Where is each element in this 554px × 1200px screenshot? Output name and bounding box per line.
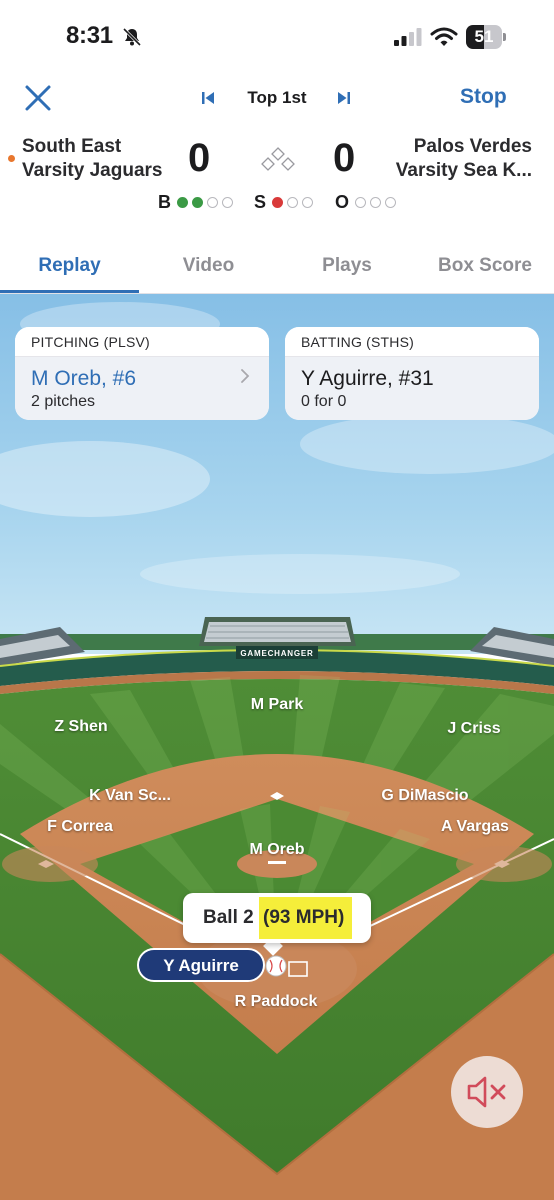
batting-indicator-dot [8,155,15,162]
inning-navigator: Top 1st [200,84,360,112]
status-time: 8:31 [66,22,113,49]
strike-dot [272,197,283,208]
ball-dot [207,197,218,208]
away-team-name: Palos Verdes Varsity Sea K... [395,136,532,181]
batter-pill: Y Aguirre [137,948,265,982]
fielder-shortstop: K Van Sc... [89,787,171,804]
ball-dot [222,197,233,208]
batting-card-header: BATTING (STHS) [285,327,539,357]
tab-box-score[interactable]: Box Score [416,255,554,277]
fielder-first-base: A Vargas [441,818,509,835]
scoreboard: South East Varsity Jaguars 0 0 Palos Ver… [0,128,554,218]
wifi-icon [430,27,458,46]
pitch-count: 2 pitches [31,393,96,410]
battery-icon: 51 [466,25,506,49]
pitch-result: Ball 2 [203,907,254,928]
fielder-pitcher: M Oreb [249,841,305,858]
batter-stats: 0 for 0 [301,393,347,410]
tab-bar: Replay Video Plays Box Score [0,240,554,294]
signal-icon [394,28,422,46]
speaker-muted-icon [467,1076,506,1108]
stop-button[interactable]: Stop [460,85,507,109]
battery-level: 51 [474,27,494,46]
tab-video[interactable]: Video [139,255,278,277]
pitch-result-bubble: Ball 2 (93 MPH) [183,893,371,943]
ball-dot [192,197,203,208]
mute-button[interactable] [451,1056,523,1128]
pitcher-name-link[interactable]: M Oreb, #6 [31,367,136,391]
skip-forward-icon[interactable] [336,90,352,106]
fielder-left-field: Z Shen [54,718,108,735]
fielder-second-base: G DiMascio [381,787,469,804]
bell-off-icon [122,27,142,47]
fielder-catcher: R Paddock [234,993,318,1010]
pitch-speed: (93 MPH) [259,897,353,939]
close-button[interactable] [22,82,54,114]
home-score: 0 [188,136,211,180]
count-indicator: B S O [158,192,408,214]
replay-field-view: GAMECHANGER PITCHING (PLSV) M Oreb, #6 2… [0,294,554,1200]
strike-dot [302,197,313,208]
batter-name: Y Aguirre, #31 [301,367,434,390]
gamechanger-wall-sign: GAMECHANGER [240,649,313,658]
skip-back-icon[interactable] [200,90,216,106]
batting-card-body: Y Aguirre, #31 0 for 0 [285,357,539,420]
pitching-card[interactable]: PITCHING (PLSV) M Oreb, #6 2 pitches [15,327,269,420]
strike-dot [287,197,298,208]
out-dot [385,197,396,208]
fielder-third-base: F Correa [47,818,113,835]
pitching-card-body: M Oreb, #6 2 pitches [15,357,269,420]
status-bar: 8:31 51 [0,0,554,72]
pitching-card-header: PITCHING (PLSV) [15,327,269,357]
tab-plays[interactable]: Plays [278,255,416,277]
fielder-center-field: M Park [250,696,304,713]
out-dot [355,197,366,208]
batting-card: BATTING (STHS) Y Aguirre, #31 0 for 0 [285,327,539,420]
bases-diamond-icon [261,147,295,171]
home-team-name: South East Varsity Jaguars [22,136,163,181]
active-tab-indicator [0,290,139,293]
away-score: 0 [333,136,356,180]
batter-pill-name: Y Aguirre [163,956,239,975]
out-dot [370,197,381,208]
tab-replay[interactable]: Replay [0,255,139,277]
ball-dot [177,197,188,208]
chevron-right-icon [241,369,250,383]
fielder-right-field: J Criss [447,720,501,737]
inning-label: Top 1st [247,88,307,107]
